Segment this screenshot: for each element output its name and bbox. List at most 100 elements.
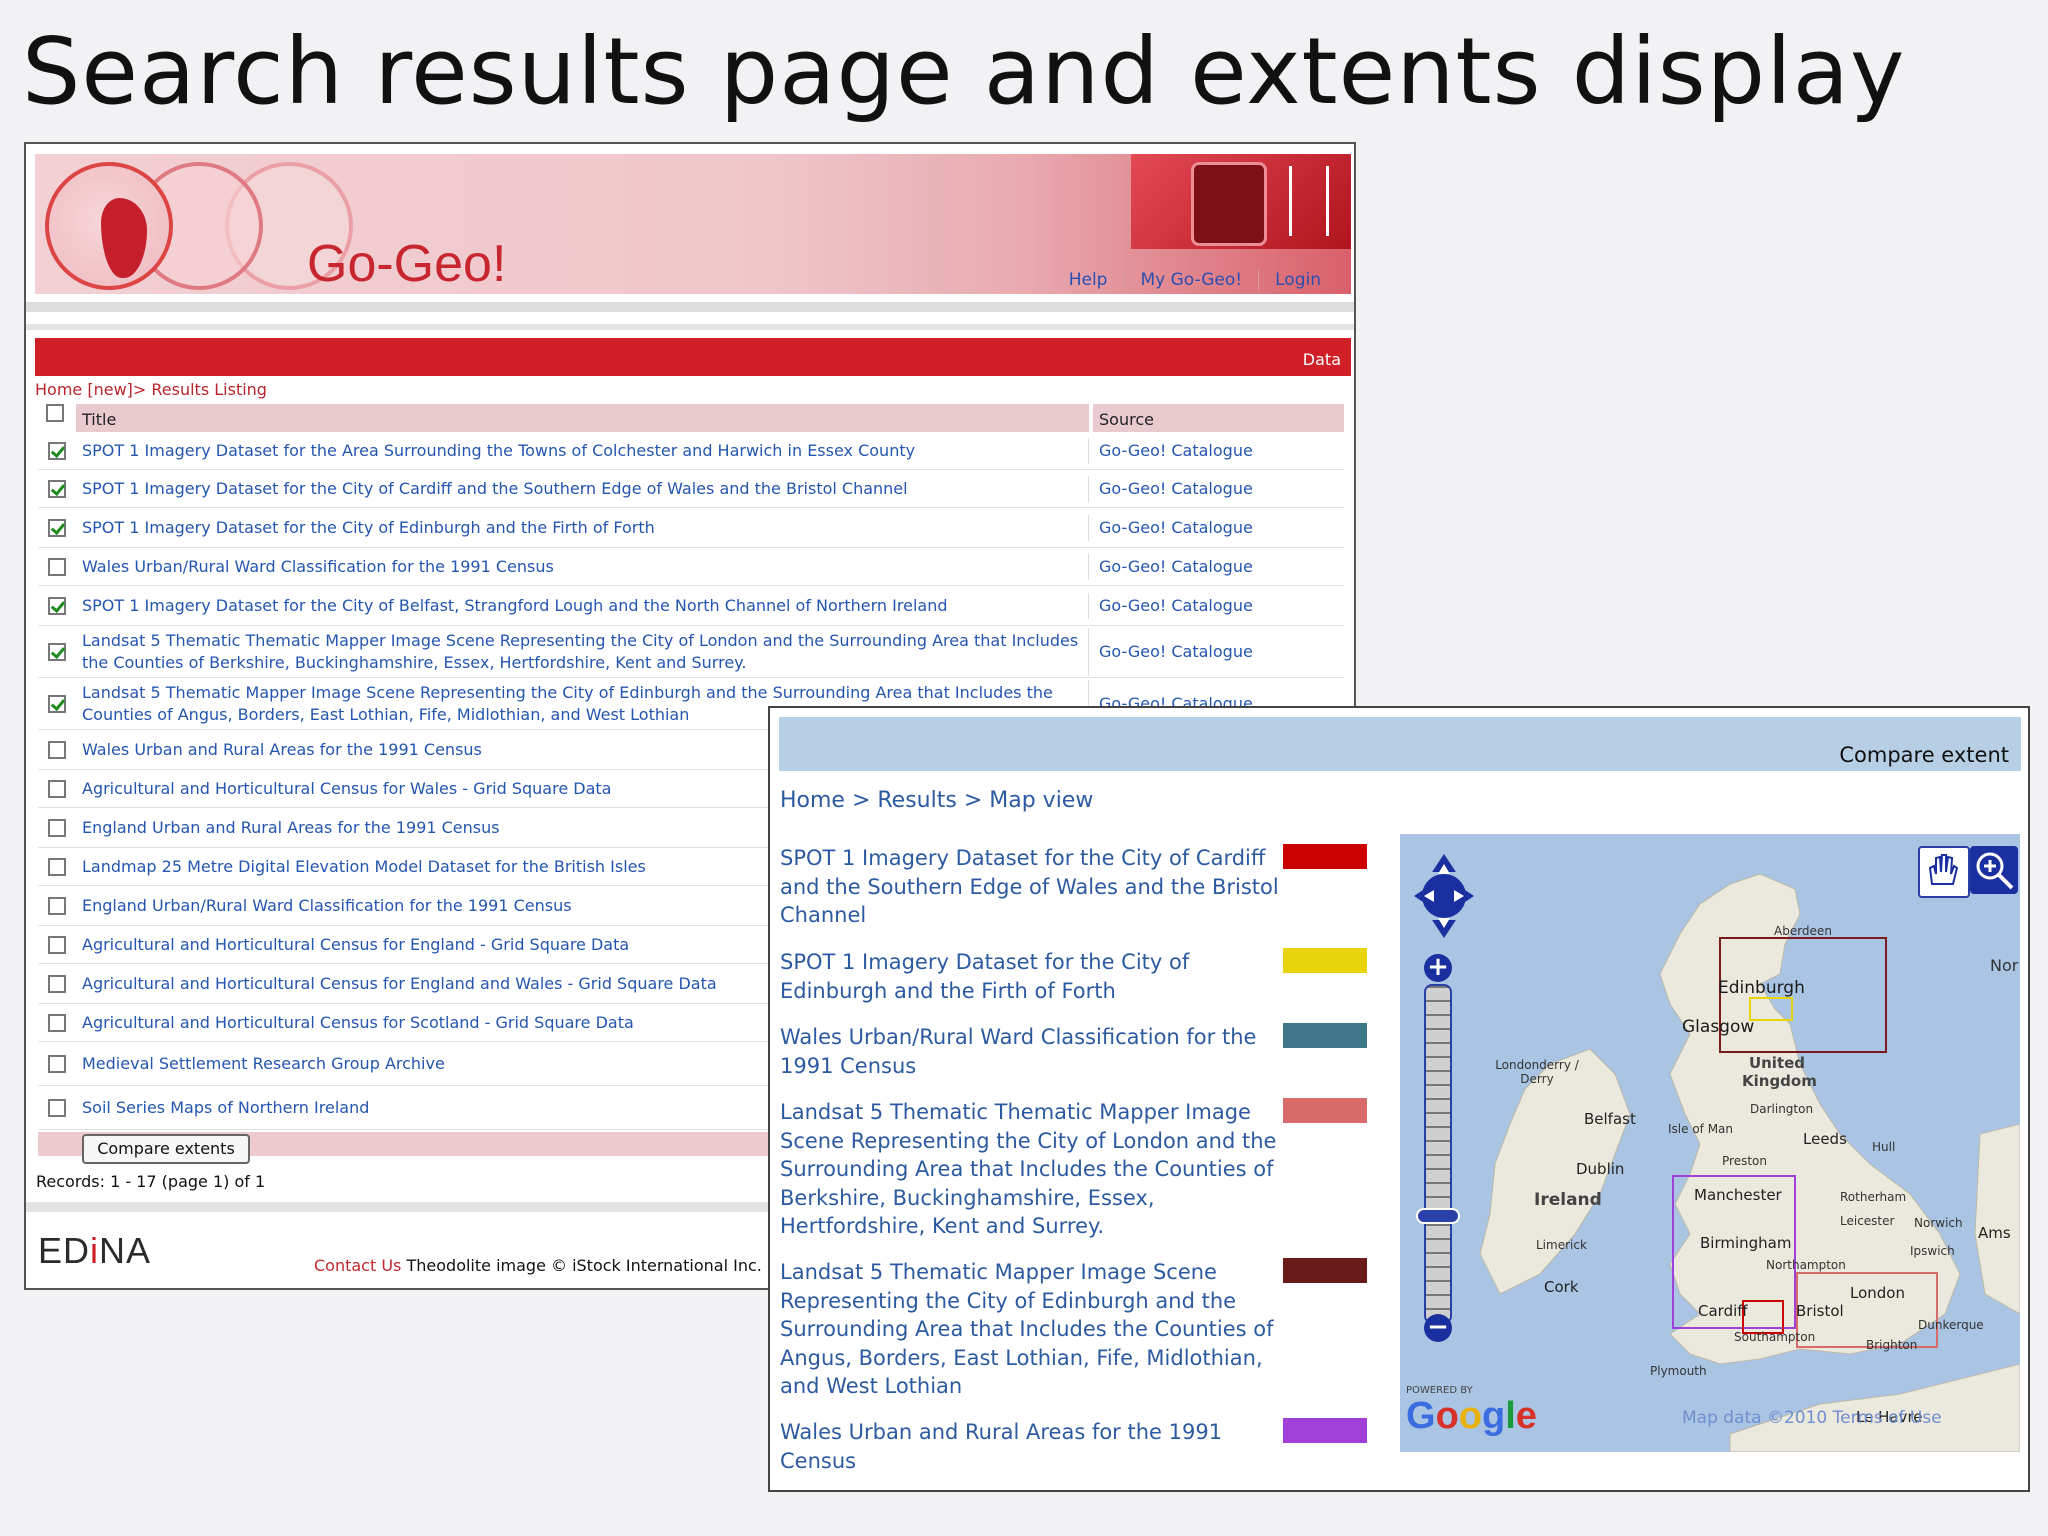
row-checkbox[interactable] (48, 857, 66, 876)
zoom-slider[interactable] (1424, 984, 1452, 1324)
dataset-title-link[interactable]: SPOT 1 Imagery Dataset for the Area Surr… (76, 437, 1089, 464)
compare-extents-button[interactable]: Compare extents (82, 1134, 250, 1164)
dataset-title-link[interactable]: SPOT 1 Imagery Dataset for the City of E… (76, 514, 1089, 541)
edina-logo[interactable]: EDiNA (38, 1230, 151, 1272)
map-label: Northampton (1766, 1258, 1846, 1272)
table-row[interactable]: Wales Urban/Rural Ward Classification fo… (38, 548, 1344, 586)
table-row[interactable]: SPOT 1 Imagery Dataset for the City of B… (38, 586, 1344, 626)
legend-item: Landsat 5 Thematic Thematic Mapper Image… (780, 1098, 1367, 1241)
dataset-title-link[interactable]: Wales Urban/Rural Ward Classification fo… (76, 553, 1089, 580)
google-logo[interactable]: Google (1406, 1395, 1537, 1438)
extent-map[interactable]: + − Aberdeen Edinburgh Glasgow United Ki… (1400, 834, 2020, 1452)
map-label: Dunkerque (1918, 1318, 1984, 1332)
legend-item: SPOT 1 Imagery Dataset for the City of E… (780, 948, 1367, 1005)
map-label: Leicester (1840, 1214, 1895, 1228)
zoom-box-icon[interactable] (1970, 846, 2018, 894)
map-label: Dublin (1576, 1160, 1625, 1178)
map-attribution: Map data ©2010 Terms of Use (1682, 1408, 1942, 1428)
footer-credit: Contact Us Theodolite image © iStock Int… (314, 1256, 762, 1275)
row-checkbox[interactable] (48, 694, 66, 713)
table-row[interactable]: SPOT 1 Imagery Dataset for the City of C… (38, 470, 1344, 508)
map-data-text: Map data ©2010 (1682, 1408, 1828, 1428)
map-label: Norwich (1914, 1216, 1963, 1230)
row-checkbox[interactable] (48, 740, 66, 759)
title-column-header[interactable]: Title (76, 404, 1089, 432)
legend-swatch (1283, 1418, 1367, 1443)
legend-swatch (1283, 1258, 1367, 1283)
extent-cardiff-spot[interactable] (1742, 1300, 1784, 1334)
map-label: Isle of Man (1668, 1122, 1734, 1136)
compare-header: Compare extent (1839, 743, 2009, 767)
row-checkbox[interactable] (48, 557, 66, 576)
select-all-checkbox[interactable] (46, 404, 64, 422)
dataset-source-link[interactable]: Go-Geo! Catalogue (1093, 439, 1344, 462)
map-label: Nor (1990, 956, 2019, 975)
row-checkbox[interactable] (48, 935, 66, 954)
dataset-title-link[interactable]: SPOT 1 Imagery Dataset for the City of C… (76, 475, 1089, 502)
map-label: Birmingham (1700, 1234, 1792, 1252)
contact-us-link[interactable]: Contact Us (314, 1256, 401, 1275)
map-label: Bristol (1796, 1302, 1844, 1320)
map-label: Plymouth (1650, 1364, 1707, 1378)
map-label: Belfast (1584, 1110, 1636, 1128)
legend-label: Landsat 5 Thematic Mapper Image Scene Re… (780, 1260, 1274, 1398)
map-label: Aberdeen (1774, 924, 1832, 938)
table-row[interactable]: SPOT 1 Imagery Dataset for the Area Surr… (38, 432, 1344, 470)
divider (26, 324, 1354, 330)
zoom-in-icon[interactable]: + (1424, 954, 1452, 982)
map-label: London (1850, 1284, 1905, 1302)
records-count: Records: 1 - 17 (page 1) of 1 (36, 1172, 266, 1191)
map-label: Edinburgh (1718, 978, 1805, 998)
row-checkbox[interactable] (48, 1054, 66, 1073)
row-checkbox[interactable] (48, 818, 66, 837)
row-checkbox[interactable] (48, 779, 66, 798)
dataset-source-link[interactable]: Go-Geo! Catalogue (1093, 477, 1344, 500)
map-label: Cork (1544, 1278, 1579, 1296)
legend-label: Landsat 5 Thematic Thematic Mapper Image… (780, 1100, 1277, 1238)
pan-arrows-icon[interactable] (1412, 850, 1476, 942)
row-checkbox[interactable] (48, 974, 66, 993)
map-label: Manchester (1694, 1186, 1782, 1204)
zoom-slider-handle[interactable] (1416, 1208, 1460, 1224)
nav-login-link[interactable]: Login (1258, 269, 1337, 291)
nav-help-link[interactable]: Help (1053, 269, 1124, 291)
breadcrumb[interactable]: Home [new]> Results Listing (35, 380, 267, 399)
map-label: Brighton (1866, 1338, 1918, 1352)
dataset-source-link[interactable]: Go-Geo! Catalogue (1093, 594, 1344, 617)
dataset-source-link[interactable]: Go-Geo! Catalogue (1093, 516, 1344, 539)
row-checkbox[interactable] (48, 518, 66, 537)
breadcrumb[interactable]: Home > Results > Map view (780, 788, 1093, 813)
legend-label: Wales Urban/Rural Ward Classification fo… (780, 1025, 1257, 1078)
pan-hand-icon[interactable] (1918, 846, 1970, 898)
table-row[interactable]: Landsat 5 Thematic Thematic Mapper Image… (38, 626, 1344, 678)
table-header: Title Source (38, 402, 1344, 432)
map-label: Southampton (1734, 1330, 1816, 1344)
section-bar: Data (35, 338, 1351, 376)
row-checkbox[interactable] (48, 642, 66, 661)
dataset-source-link[interactable]: Go-Geo! Catalogue (1093, 555, 1344, 578)
row-checkbox[interactable] (48, 896, 66, 915)
dataset-title-link[interactable]: SPOT 1 Imagery Dataset for the City of B… (76, 592, 1089, 619)
zoom-out-icon[interactable]: − (1424, 1314, 1452, 1342)
map-label: Hull (1872, 1140, 1896, 1154)
legend-label: SPOT 1 Imagery Dataset for the City of E… (780, 950, 1190, 1003)
dataset-title-link[interactable]: Landsat 5 Thematic Thematic Mapper Image… (76, 627, 1089, 676)
row-checkbox[interactable] (48, 1098, 66, 1117)
row-checkbox[interactable] (48, 479, 66, 498)
map-label: Ams (1978, 1224, 2011, 1242)
dataset-source-link[interactable]: Go-Geo! Catalogue (1093, 640, 1344, 663)
legend-item: Wales Urban/Rural Ward Classification fo… (780, 1023, 1367, 1080)
table-row[interactable]: SPOT 1 Imagery Dataset for the City of E… (38, 508, 1344, 548)
map-zoom-control (1412, 850, 1474, 946)
compare-extent-window: Compare extent Home > Results > Map view… (768, 706, 2030, 1492)
nav-my-go-geo-link[interactable]: My Go-Geo! (1123, 269, 1258, 291)
terms-of-use-link[interactable]: Terms of Use (1833, 1408, 1942, 1428)
go-geo-logo[interactable]: Go-Geo! (307, 234, 506, 294)
map-label: Preston (1722, 1154, 1767, 1168)
row-checkbox[interactable] (48, 441, 66, 460)
row-checkbox[interactable] (48, 1013, 66, 1032)
extent-edinburgh-spot[interactable] (1749, 997, 1793, 1021)
source-column-header[interactable]: Source (1093, 404, 1344, 432)
map-landmass (1479, 873, 2020, 1452)
row-checkbox[interactable] (48, 596, 66, 615)
